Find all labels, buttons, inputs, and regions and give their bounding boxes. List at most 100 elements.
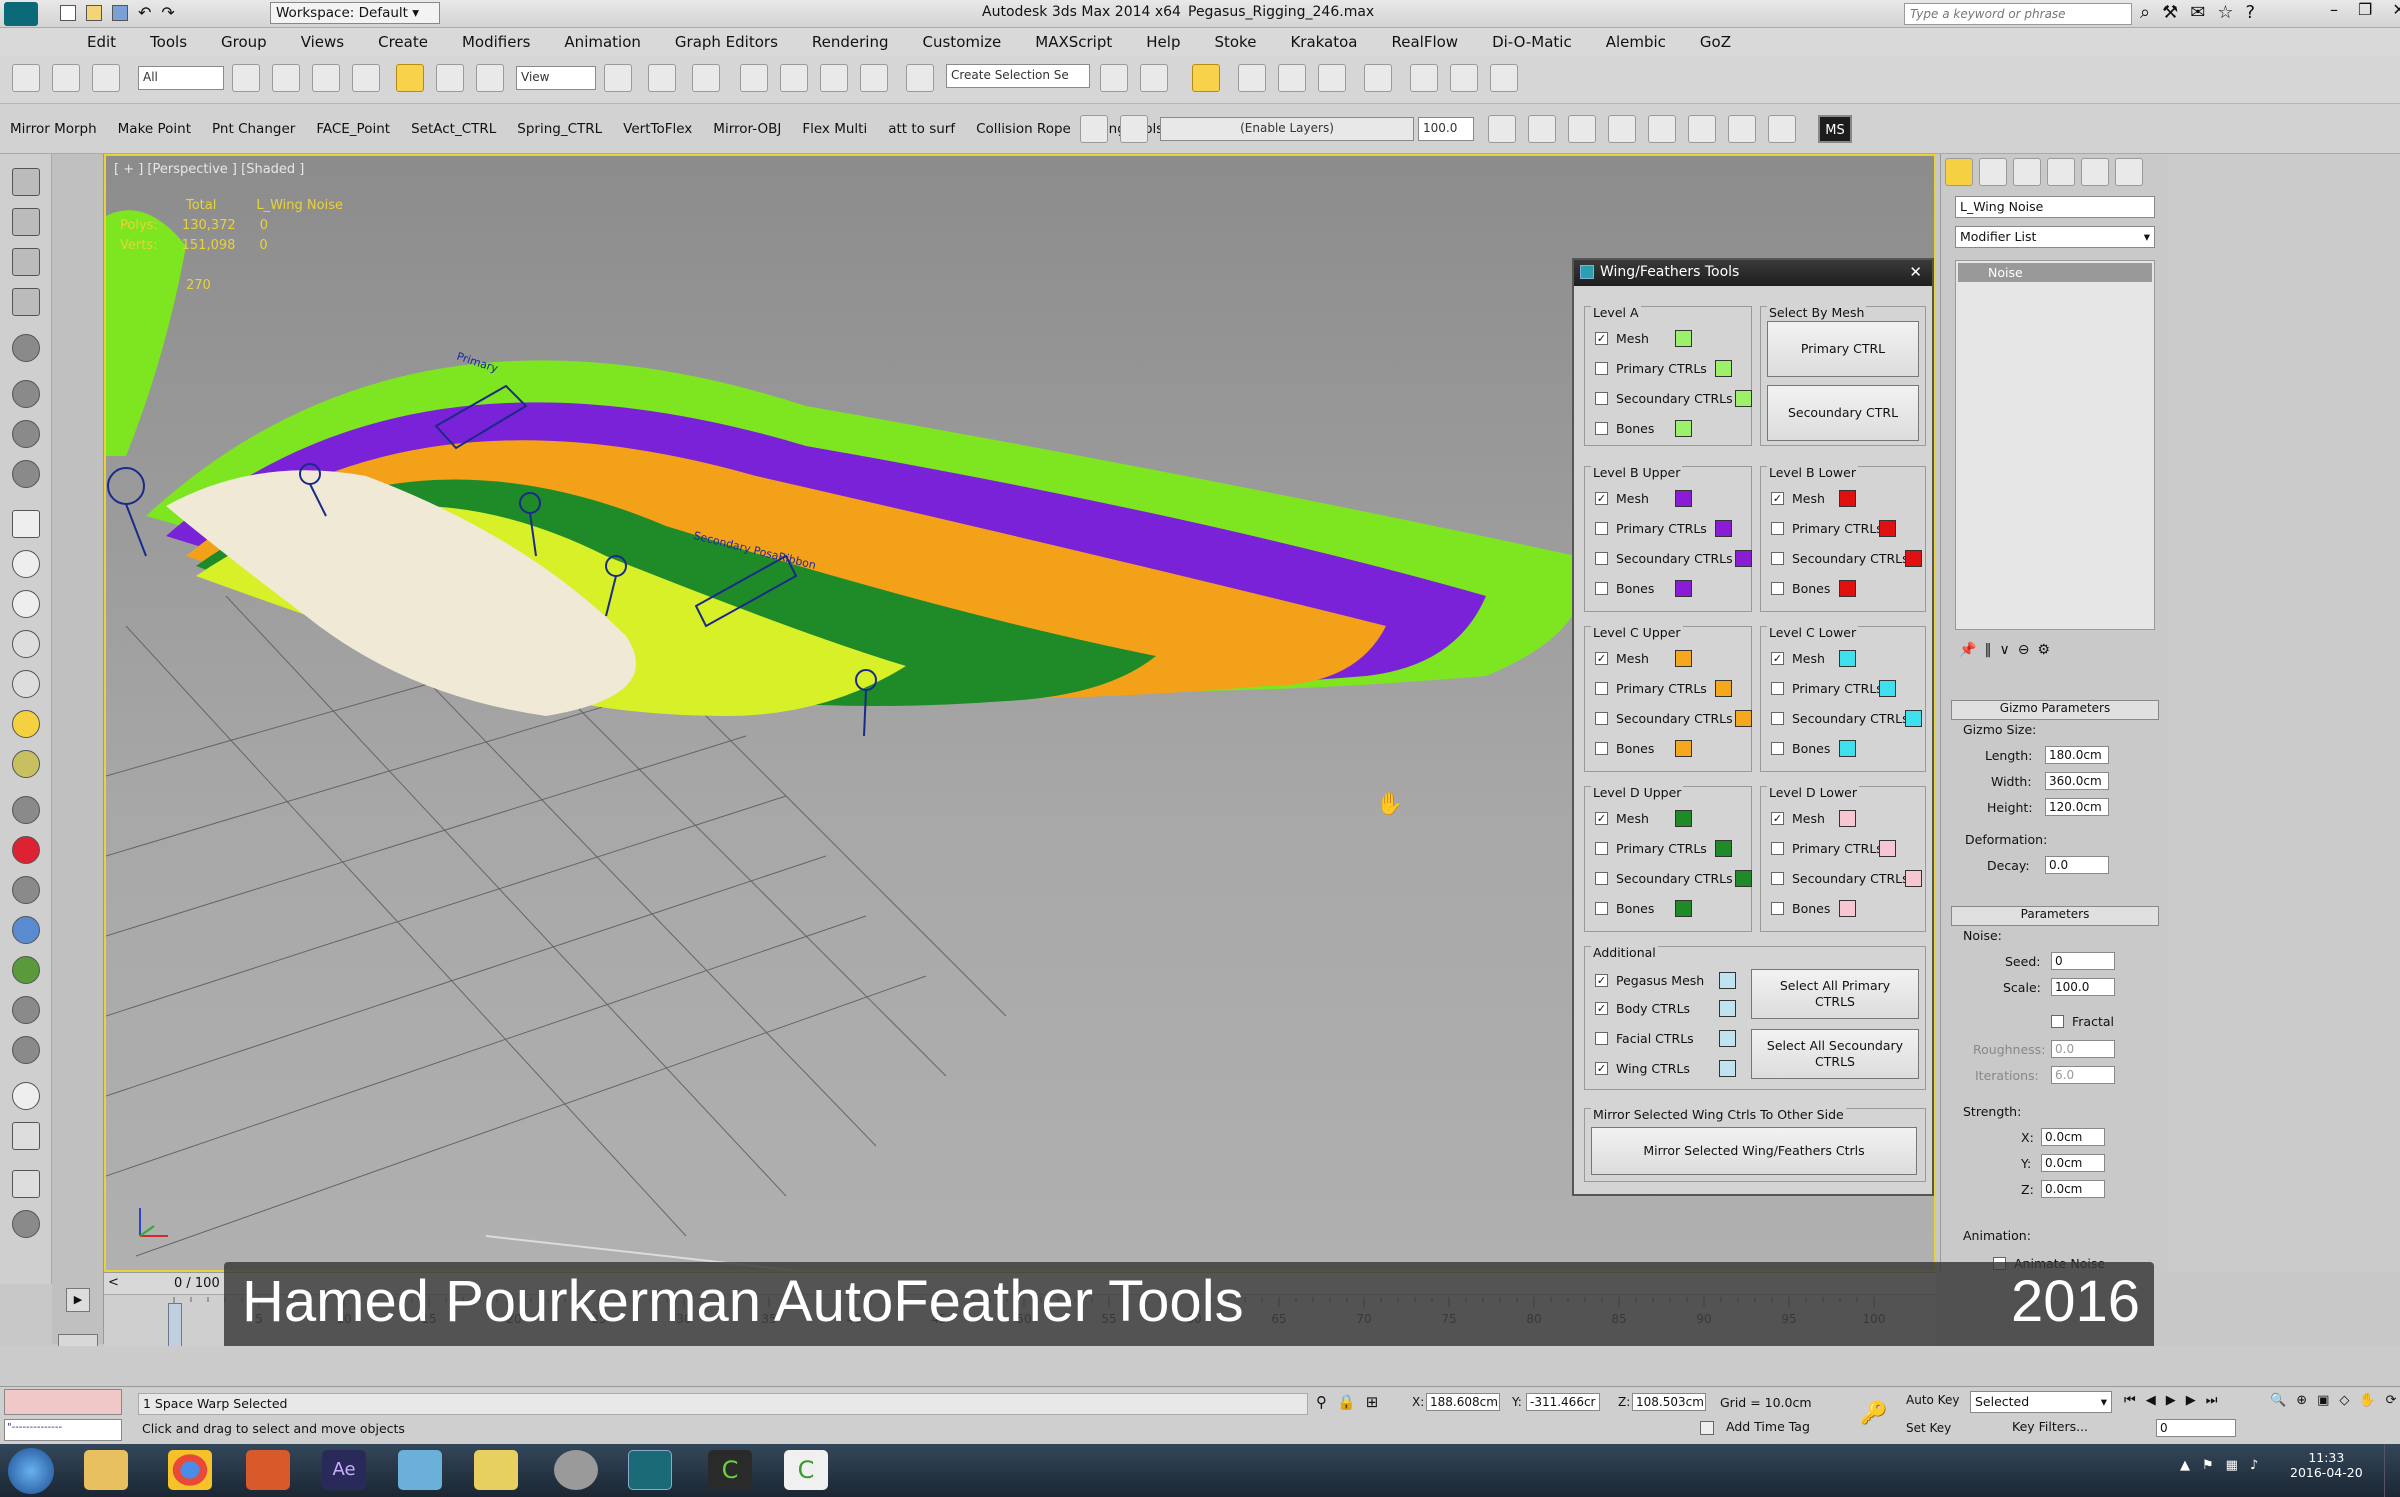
help-icon[interactable]: ? [2245, 2, 2255, 23]
level-c-upper-mesh-row[interactable]: ✓ Mesh [1595, 651, 1649, 666]
length-spinner[interactable]: 180.0cm [2045, 746, 2109, 764]
menu-realflow[interactable]: RealFlow [1375, 33, 1476, 51]
face-point-button[interactable]: FACE_Point [316, 121, 390, 137]
height-spinner[interactable]: 120.0cm [2045, 798, 2109, 816]
menu-help[interactable]: Help [1129, 33, 1197, 51]
fractal-row[interactable]: Fractal [2051, 1014, 2114, 1029]
chrome-icon[interactable] [168, 1450, 212, 1490]
maxscript-button[interactable]: MS [1818, 115, 1852, 143]
motion-tab-icon[interactable] [2047, 158, 2075, 186]
cloth-icon[interactable] [12, 1036, 40, 1064]
set-key-icon[interactable]: 🔑 [1860, 1401, 1887, 1426]
level-d-lower-primary-swatch[interactable] [1879, 840, 1896, 857]
width-spinner[interactable]: 360.0cm [2045, 772, 2109, 790]
flex-multi-button[interactable]: Flex Multi [802, 121, 867, 137]
select-object-icon[interactable] [232, 64, 260, 92]
camera-icon[interactable] [12, 750, 40, 778]
particle-icon[interactable] [12, 956, 40, 984]
object-icon-2[interactable] [12, 420, 40, 448]
level-c-upper-primary-row[interactable]: Primary CTRLs [1595, 681, 1707, 696]
anim-layer-icon-5[interactable] [1648, 115, 1676, 143]
pin-stack-icon[interactable]: 📌 [1959, 642, 1976, 662]
new-layer-icon[interactable] [1120, 115, 1148, 143]
menu-goz[interactable]: GoZ [1683, 33, 1748, 51]
selection-lock-icon[interactable]: 🔒 [1337, 1393, 1356, 1411]
snaps-toggle-icon[interactable] [740, 64, 768, 92]
level-c-upper-mesh-checkbox[interactable]: ✓ [1595, 652, 1608, 665]
y-coord-field[interactable]: -311.466cr [1526, 1393, 1600, 1411]
level-d-upper-mesh-row[interactable]: ✓ Mesh [1595, 811, 1649, 826]
pegasus-mesh-checkbox[interactable]: ✓ [1595, 974, 1608, 987]
play-icon[interactable]: ▶ [2166, 1393, 2176, 1408]
anim-layer-icon-4[interactable] [1608, 115, 1636, 143]
orbit-icon[interactable]: ⟳ [2386, 1393, 2397, 1408]
minimize-icon[interactable]: – [2330, 0, 2338, 19]
angle-snap-icon[interactable] [780, 64, 808, 92]
modify-tab-icon[interactable] [1979, 158, 2007, 186]
tray-expand-icon[interactable]: ▲ [2180, 1458, 2190, 1473]
restore-icon[interactable]: ❐ [2358, 0, 2372, 19]
level-d-lower-primary-checkbox[interactable] [1771, 842, 1784, 855]
level-b-upper-secondary-row[interactable]: Secoundary CTRLs [1595, 551, 1733, 566]
mirror-selected-button[interactable]: Mirror Selected Wing/Feathers Ctrls [1591, 1127, 1917, 1175]
verttoflex-button[interactable]: VertToFlex [623, 121, 692, 137]
field-of-view-icon[interactable]: ◇ [2339, 1393, 2349, 1408]
hair-icon[interactable] [12, 996, 40, 1024]
level-a-secondary-swatch[interactable] [1735, 390, 1752, 407]
facial-ctrls-swatch[interactable] [1719, 1030, 1736, 1047]
go-to-start-icon[interactable]: ⏮ [2124, 1393, 2136, 1408]
level-a-primary-row[interactable]: Primary CTRLs [1595, 361, 1707, 376]
level-b-upper-primary-row[interactable]: Primary CTRLs [1595, 521, 1707, 536]
after-effects-icon[interactable]: Ae [322, 1450, 366, 1490]
scale-spinner[interactable]: 100.0 [2051, 978, 2115, 996]
anim-layer-icon-2[interactable] [1528, 115, 1556, 143]
x-coord-field[interactable]: 188.608cm [1426, 1393, 1500, 1411]
make-point-button[interactable]: Make Point [118, 121, 191, 137]
select-all-secondary-ctrls-button[interactable]: Select All Secoundary CTRLS [1751, 1029, 1919, 1079]
z-coord-field[interactable]: 108.503cm [1632, 1393, 1706, 1411]
network-icon[interactable]: ▦ [2226, 1458, 2238, 1473]
bones-icon[interactable] [12, 836, 40, 864]
configure-sets-icon[interactable]: ⚙ [2037, 642, 2050, 662]
dialog-close-icon[interactable]: ✕ [1909, 263, 1922, 281]
curve-editor-icon[interactable] [1278, 64, 1306, 92]
time-slider-prev-icon[interactable]: < [108, 1275, 119, 1290]
level-c-upper-primary-swatch[interactable] [1715, 680, 1732, 697]
show-desktop-button[interactable] [2384, 1444, 2400, 1497]
3ds-max-taskbar-icon[interactable] [628, 1450, 672, 1490]
level-d-lower-mesh-checkbox[interactable]: ✓ [1771, 812, 1784, 825]
favorites-icon[interactable]: ☆ [2217, 2, 2233, 23]
level-c-lower-bones-swatch[interactable] [1839, 740, 1856, 757]
graphite-ribbon-icon[interactable] [1238, 64, 1266, 92]
level-b-lower-bones-row[interactable]: Bones [1771, 581, 1830, 596]
level-a-secondary-checkbox[interactable] [1595, 392, 1608, 405]
menu-rendering[interactable]: Rendering [795, 33, 906, 51]
strength-y-spinner[interactable]: 0.0cm [2041, 1154, 2105, 1172]
new-file-icon[interactable] [60, 5, 76, 21]
help-circle-icon[interactable] [12, 1210, 40, 1238]
mirror-morph-button[interactable]: Mirror Morph [10, 121, 97, 137]
communication-icon[interactable]: ✉ [2190, 2, 2205, 23]
auto-key-button[interactable]: Auto Key [1906, 1393, 1959, 1407]
chat-app-icon[interactable] [554, 1450, 598, 1490]
box-icon[interactable] [12, 510, 40, 538]
search-input[interactable]: Type a keyword or phrase [1904, 3, 2132, 25]
absolute-mode-icon[interactable]: ⊞ [1366, 1393, 1379, 1411]
teapot-icon[interactable] [12, 334, 40, 362]
wing-ctrls-checkbox[interactable]: ✓ [1595, 1062, 1608, 1075]
isolate-icon[interactable]: ⚲ [1316, 1393, 1327, 1411]
level-d-upper-bones-checkbox[interactable] [1595, 902, 1608, 915]
layer-manager-icon[interactable] [1080, 115, 1108, 143]
level-b-lower-mesh-checkbox[interactable]: ✓ [1771, 492, 1784, 505]
level-d-lower-bones-checkbox[interactable] [1771, 902, 1784, 915]
level-c-lower-mesh-swatch[interactable] [1839, 650, 1856, 667]
light-icon[interactable] [12, 710, 40, 738]
viewport-label[interactable]: [ + ] [Perspective ] [Shaded ] [114, 162, 304, 177]
menu-customize[interactable]: Customize [906, 33, 1019, 51]
set-key-button[interactable]: Set Key [1906, 1421, 1951, 1435]
scripting-icon[interactable] [12, 1170, 40, 1198]
object-icon-3[interactable] [12, 460, 40, 488]
body-ctrls-checkbox[interactable]: ✓ [1595, 1002, 1608, 1015]
show-end-result-icon[interactable]: ‖ [1984, 642, 1991, 662]
folder-icon[interactable] [474, 1450, 518, 1490]
